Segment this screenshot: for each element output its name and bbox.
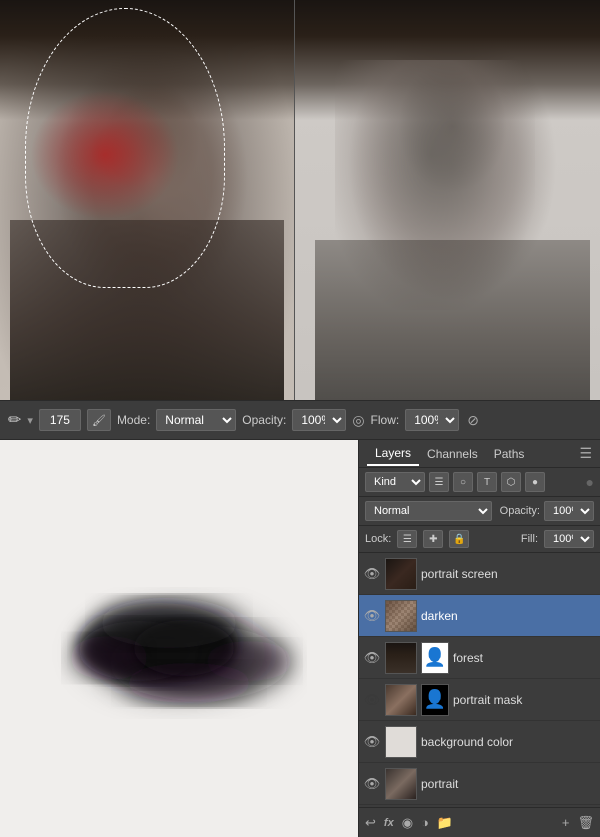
airbrush-icon[interactable]: ◎ [352, 412, 364, 429]
smoothing-icon[interactable]: ⊘ [467, 412, 479, 429]
layer-thumb-portrait [385, 768, 417, 800]
fx-icon[interactable]: fx [384, 817, 394, 829]
lock-transparent-btn[interactable]: ☰ [397, 530, 417, 548]
layer-thumb-portrait-mask [385, 684, 417, 716]
layer-mask-portrait-mask: 👤 [421, 684, 449, 716]
layers-list: 👁 portrait screen 👁 darken 👁 [359, 553, 600, 807]
layer-thumb-bg-color [385, 726, 417, 758]
layer-portrait[interactable]: 👁 portrait [359, 763, 600, 805]
layer-name-portrait-mask: portrait mask [453, 693, 596, 707]
lock-label: Lock: [365, 533, 391, 545]
adjustments-icon[interactable]: ◑ [421, 815, 429, 830]
lock-row: Lock: ☰ ✚ 🔒 Fill: 100% [359, 526, 600, 553]
tab-paths[interactable]: Paths [486, 443, 533, 465]
brush-icon[interactable]: ✏ [8, 410, 21, 430]
layer-background-color[interactable]: 👁 background color [359, 721, 600, 763]
opacity-label: Opacity: [242, 413, 286, 427]
kind-filter-row: Kind ☰ ○ T ⬡ ● ● [359, 468, 600, 497]
filter-icon-text[interactable]: T [477, 472, 497, 492]
new-layer-icon[interactable]: + [562, 815, 570, 830]
layer-visibility-portrait-mask[interactable]: 👁 [363, 691, 381, 709]
mode-label: Mode: [117, 413, 150, 427]
layer-forest[interactable]: 👁 👤 forest [359, 637, 600, 679]
fill-label: Fill: [521, 533, 538, 545]
fill-value-dropdown[interactable]: 100% [544, 530, 594, 548]
layer-darken[interactable]: 👁 darken [359, 595, 600, 637]
canvas-area [0, 0, 600, 400]
layer-visibility-darken[interactable]: 👁 [363, 607, 381, 625]
kind-dropdown[interactable]: Kind [365, 472, 425, 492]
layer-visibility-forest[interactable]: 👁 [363, 649, 381, 667]
blend-mode-dropdown[interactable]: Normal [365, 501, 492, 521]
filter-toggle-icon[interactable]: ● [586, 474, 594, 490]
panel-menu-icon[interactable]: ☰ [579, 445, 592, 462]
tab-channels[interactable]: Channels [419, 443, 486, 465]
bottom-area: Layers Channels Paths ☰ Kind ☰ ○ T ⬡ ● ●… [0, 440, 600, 837]
forest-overlay-left [0, 0, 294, 120]
canvas-right[interactable] [295, 0, 600, 400]
layer-thumb-portrait-screen [385, 558, 417, 590]
toolbar-separator-1: ▾ [27, 414, 33, 427]
filter-icon-list[interactable]: ☰ [429, 472, 449, 492]
flow-label: Flow: [371, 413, 400, 427]
layer-portrait-screen[interactable]: 👁 portrait screen [359, 553, 600, 595]
forest-overlay-right [295, 0, 600, 120]
lock-image-btn[interactable]: ✚ [423, 530, 443, 548]
layer-visibility-portrait-screen[interactable]: 👁 [363, 565, 381, 583]
opacity-value-dropdown[interactable]: 100% [544, 501, 594, 521]
layer-portrait-mask[interactable]: 👁 👤 portrait mask [359, 679, 600, 721]
filter-icon-circle[interactable]: ○ [453, 472, 473, 492]
layer-thumb-darken [385, 600, 417, 632]
brush-preview-panel[interactable] [0, 440, 358, 837]
mode-dropdown[interactable]: Normal [156, 409, 236, 431]
filter-icon-smart[interactable]: ● [525, 472, 545, 492]
brush-stroke-svg [39, 543, 319, 743]
blend-mode-row: Normal Opacity: 100% [359, 497, 600, 526]
layer-name-portrait: portrait [421, 777, 596, 791]
opacity-dropdown[interactable]: 100% [292, 409, 346, 431]
layers-panel: Layers Channels Paths ☰ Kind ☰ ○ T ⬡ ● ●… [358, 440, 600, 837]
filter-icon-shape[interactable]: ⬡ [501, 472, 521, 492]
toolbar: ✏ ▾ 175 🖌 Mode: Normal Opacity: 100% ◎ F… [0, 400, 600, 440]
layer-thumb-forest [385, 642, 417, 674]
opacity-label: Opacity: [500, 505, 540, 517]
flow-dropdown[interactable]: 100% [405, 409, 459, 431]
layer-visibility-portrait[interactable]: 👁 [363, 775, 381, 793]
tab-layers[interactable]: Layers [367, 442, 419, 466]
link-layers-icon[interactable]: ↩ [365, 815, 376, 831]
panel-tabs: Layers Channels Paths ☰ [359, 440, 600, 468]
layer-name-portrait-screen: portrait screen [421, 567, 596, 581]
canvas-left[interactable] [0, 0, 295, 400]
layer-mask-forest: 👤 [421, 642, 449, 674]
add-mask-icon[interactable]: ◉ [402, 815, 413, 831]
lock-position-btn[interactable]: 🔒 [449, 530, 469, 548]
layer-name-forest: forest [453, 651, 596, 665]
brush-size-input[interactable]: 175 [39, 409, 81, 431]
layer-name-background-color: background color [421, 735, 596, 749]
panel-bottom: ↩ fx ◉ ◑ 📁 + 🗑 [359, 807, 600, 837]
layer-visibility-bg-color[interactable]: 👁 [363, 733, 381, 751]
delete-layer-icon[interactable]: 🗑 [577, 815, 594, 831]
new-group-icon[interactable]: 📁 [437, 815, 453, 831]
layer-name-darken: darken [421, 609, 596, 623]
brush-preset-icon[interactable]: 🖌 [87, 409, 111, 431]
